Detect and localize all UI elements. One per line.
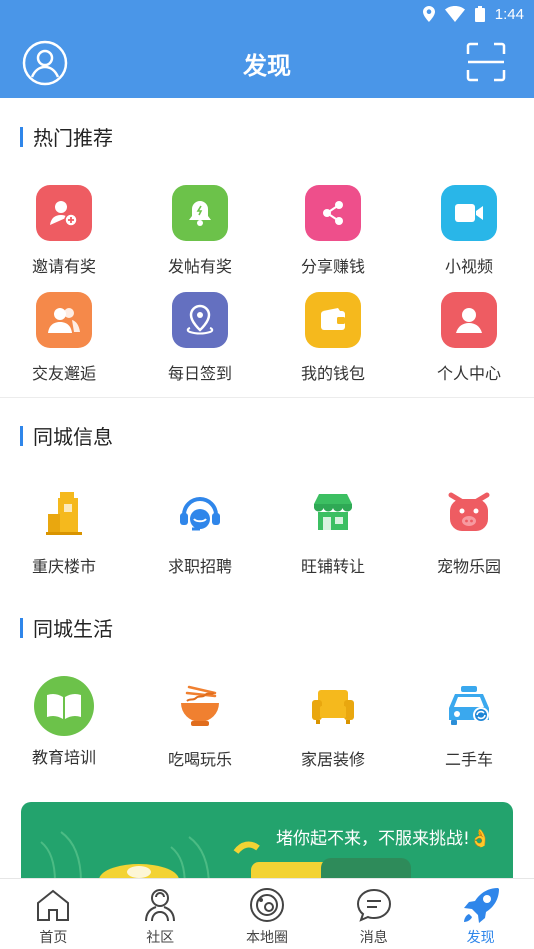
grid-item-post[interactable]: 发帖有奖 xyxy=(133,185,267,277)
grid-item-label: 二手车 xyxy=(444,750,493,769)
grid-item-label: 教育培训 xyxy=(31,748,96,767)
status-time: 1:44 xyxy=(494,5,524,23)
section-title-text: 热门推荐 xyxy=(33,126,113,150)
grid-item-food[interactable]: 吃喝玩乐 xyxy=(133,678,267,770)
community-icon xyxy=(141,886,179,924)
section-title-text: 同城生活 xyxy=(33,617,113,641)
location-icon xyxy=(422,6,435,22)
grid-item-jobs[interactable]: 求职招聘 xyxy=(133,485,267,577)
grid-item-label: 分享赚钱 xyxy=(300,257,365,276)
person-icon xyxy=(441,292,497,348)
section-title-hot: 热门推荐 xyxy=(20,122,113,151)
nav-item-local-circle[interactable]: 本地圈 xyxy=(214,879,321,949)
grid-item-label: 每日签到 xyxy=(167,364,232,383)
section-title-text: 同城信息 xyxy=(33,425,113,449)
grid-item-checkin[interactable]: 每日签到 xyxy=(133,292,267,384)
section-accent-bar xyxy=(20,126,23,147)
grid-item-video[interactable]: 小视频 xyxy=(402,185,534,277)
section-accent-bar xyxy=(20,425,23,446)
grid-item-home-decor[interactable]: 家居装修 xyxy=(266,678,400,770)
nav-label: 首页 xyxy=(39,930,68,946)
scan-icon xyxy=(466,42,506,82)
discover-rocket-icon xyxy=(462,886,500,924)
banner-text: 堵你起不来，不服来挑战!👌 xyxy=(276,829,491,849)
grid-item-wallet[interactable]: 我的钱包 xyxy=(266,292,400,384)
bottom-nav: 首页 社区 本地圈 消息 发现 xyxy=(0,878,534,949)
grid-item-friends[interactable]: 交友邂逅 xyxy=(0,292,131,384)
battery-icon xyxy=(474,6,485,22)
grid-item-label: 吃喝玩乐 xyxy=(167,750,232,769)
grid-item-share[interactable]: 分享赚钱 xyxy=(266,185,400,277)
grid-item-label: 个人中心 xyxy=(436,364,501,383)
grid-item-pets[interactable]: 宠物乐园 xyxy=(402,485,534,577)
grid-item-used-car[interactable]: 二手车 xyxy=(402,678,534,770)
noodle-bowl-icon xyxy=(172,678,228,734)
page-title: 发现 xyxy=(243,52,291,80)
wifi-icon xyxy=(444,6,465,22)
location-pin-icon xyxy=(172,292,228,348)
grid-item-education[interactable]: 教育培训 xyxy=(0,676,131,768)
grid-item-housing[interactable]: 重庆楼市 xyxy=(0,485,131,577)
shop-icon xyxy=(305,485,361,541)
car-icon xyxy=(441,678,497,734)
grid-item-label: 旺铺转让 xyxy=(300,557,365,576)
book-icon xyxy=(34,676,94,736)
sofa-icon xyxy=(305,678,361,734)
nav-item-community[interactable]: 社区 xyxy=(107,879,214,949)
grid-item-profile[interactable]: 个人中心 xyxy=(402,292,534,384)
invite-user-icon xyxy=(36,185,92,241)
grid-item-label: 求职招聘 xyxy=(167,557,232,576)
friends-icon xyxy=(36,292,92,348)
grid-item-label: 家居装修 xyxy=(300,750,365,769)
grid-item-label: 交友邂逅 xyxy=(31,364,96,383)
grid-item-invite[interactable]: 邀请有奖 xyxy=(0,185,131,277)
nav-label: 发现 xyxy=(466,930,495,946)
wallet-icon xyxy=(305,292,361,348)
grid-item-label: 重庆楼市 xyxy=(31,557,96,576)
local-circle-icon xyxy=(248,886,286,924)
share-icon xyxy=(305,185,361,241)
scan-button[interactable] xyxy=(466,42,506,82)
section-accent-bar xyxy=(20,617,23,638)
section-title-local-info: 同城信息 xyxy=(20,421,113,450)
headset-icon xyxy=(172,485,228,541)
nav-label: 消息 xyxy=(359,930,388,946)
message-icon xyxy=(355,886,393,924)
grid-item-label: 我的钱包 xyxy=(300,364,365,383)
grid-item-label: 邀请有奖 xyxy=(31,257,96,276)
grid-item-label: 发帖有奖 xyxy=(167,257,232,276)
status-bar: 1:44 xyxy=(422,0,524,28)
nav-item-discover[interactable]: 发现 xyxy=(427,879,534,949)
video-icon xyxy=(441,185,497,241)
nav-label: 本地圈 xyxy=(245,930,288,946)
bell-icon xyxy=(172,185,228,241)
grid-item-shop-transfer[interactable]: 旺铺转让 xyxy=(266,485,400,577)
app-header: 1:44 发现 xyxy=(0,0,534,98)
section-title-local-life: 同城生活 xyxy=(20,613,113,642)
grid-item-label: 宠物乐园 xyxy=(436,557,501,576)
section-divider xyxy=(0,397,534,398)
building-icon xyxy=(36,485,92,541)
nav-item-home[interactable]: 首页 xyxy=(0,879,107,949)
pig-icon xyxy=(441,485,497,541)
nav-label: 社区 xyxy=(146,930,175,946)
grid-item-label: 小视频 xyxy=(444,257,493,276)
nav-item-messages[interactable]: 消息 xyxy=(320,879,427,949)
home-icon xyxy=(34,886,72,924)
